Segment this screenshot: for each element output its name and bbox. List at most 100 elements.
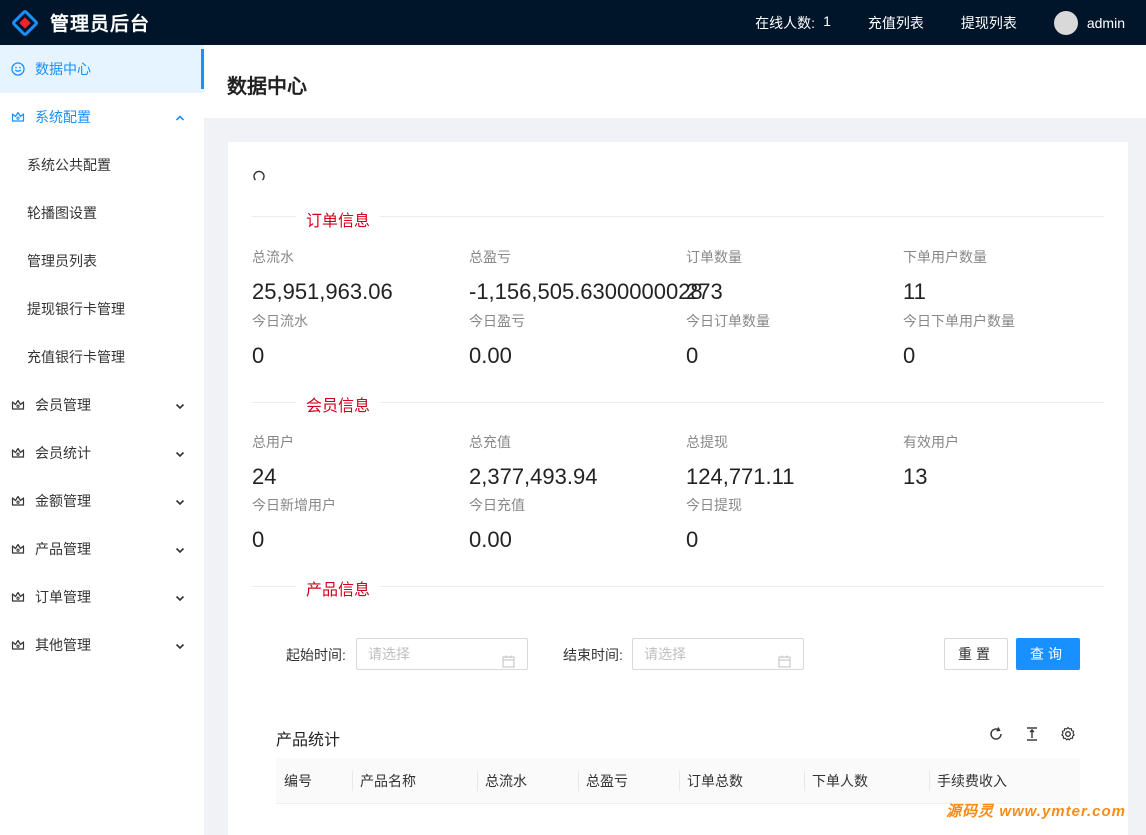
sidebar-item-label: 会员统计 — [35, 445, 91, 461]
chevron-up-icon — [174, 111, 186, 123]
column-header[interactable]: 编号 — [276, 758, 352, 803]
stat-value: -1,156,505.6300000028 — [469, 279, 703, 304]
sidebar-item-orders[interactable]: 订单管理 — [0, 573, 204, 621]
stat-label: 今日新增用户 — [252, 497, 336, 513]
end-time-input[interactable]: 请选择 — [632, 638, 804, 670]
app-title: 管理员后台 — [50, 14, 151, 35]
stat-value: 0.00 — [469, 527, 512, 552]
stat-value: 11 — [903, 279, 926, 304]
crown-icon — [11, 110, 25, 124]
column-header[interactable]: 手续费收入 — [929, 758, 1080, 803]
stat-label: 今日下单用户数量 — [903, 313, 1015, 329]
sidebar-item-label: 数据中心 — [35, 61, 91, 77]
reload-icon[interactable] — [252, 169, 266, 183]
table-header: 编号 产品名称 总流水 总盈亏 订单总数 下单人数 手续费收入 — [276, 758, 1080, 804]
crown-icon — [11, 638, 25, 652]
stat-value: 273 — [686, 279, 723, 304]
sidebar-item-banner[interactable]: 轮播图设置 — [0, 189, 204, 237]
stat-label: 总提现 — [686, 434, 728, 450]
crown-icon — [11, 446, 25, 460]
calendar-icon — [778, 648, 791, 668]
stat-value: 0 — [903, 343, 916, 368]
crown-icon — [11, 494, 25, 508]
stat-label: 今日订单数量 — [686, 313, 770, 329]
crown-icon — [11, 542, 25, 556]
page-header: 数据中心 — [204, 45, 1146, 118]
sidebar-item-label: 订单管理 — [35, 589, 91, 605]
column-header[interactable]: 总盈亏 — [578, 758, 679, 803]
sidebar-item-label: 金额管理 — [35, 493, 91, 509]
settings-icon[interactable] — [1060, 726, 1076, 742]
logo[interactable]: 管理员后台 — [0, 8, 204, 38]
online-users: 在线人数: 1 — [755, 13, 831, 33]
column-height-icon[interactable] — [1024, 726, 1040, 742]
stat-value: 124,771.11 — [686, 464, 795, 489]
sidebar-item-system-config[interactable]: 系统配置 — [0, 93, 204, 141]
stat-value: 24 — [252, 464, 277, 489]
stat-label: 有效用户 — [903, 434, 959, 450]
stat-label: 下单用户数量 — [903, 249, 987, 265]
chevron-down-icon — [174, 495, 186, 507]
sidebar-item-label: 会员管理 — [35, 397, 91, 413]
end-time-placeholder: 请选择 — [644, 646, 686, 662]
stat-value: 0 — [252, 343, 265, 368]
stat-value: 13 — [903, 464, 928, 489]
top-bar: 管理员后台 在线人数: 1 充值列表 提现列表 admin — [0, 0, 1146, 45]
sidebar-item-public-config[interactable]: 系统公共配置 — [0, 141, 204, 189]
calendar-icon — [502, 648, 515, 668]
stat-label: 订单数量 — [686, 249, 742, 265]
stat-label: 总盈亏 — [469, 249, 511, 265]
chevron-down-icon — [174, 447, 186, 459]
online-label: 在线人数: — [755, 14, 816, 31]
avatar — [1053, 10, 1078, 35]
section-title-members: 会员信息 — [296, 392, 381, 416]
sidebar-item-amount[interactable]: 金额管理 — [0, 477, 204, 525]
smile-icon — [11, 62, 25, 76]
chevron-down-icon — [174, 399, 186, 411]
sidebar-item-products[interactable]: 产品管理 — [0, 525, 204, 573]
recharge-list-link[interactable]: 充值列表 — [868, 13, 924, 33]
chevron-down-icon — [174, 639, 186, 651]
sidebar-item-admin-list[interactable]: 管理员列表 — [0, 237, 204, 285]
section-title-products: 产品信息 — [296, 576, 381, 600]
start-time-label: 起始时间: — [286, 647, 346, 663]
reset-button[interactable]: 重置 — [944, 638, 1008, 670]
sidebar-item-label: 产品管理 — [35, 541, 91, 557]
end-time-label: 结束时间: — [563, 647, 623, 663]
sidebar-item-member-stats[interactable]: 会员统计 — [0, 429, 204, 477]
stat-label: 今日盈亏 — [469, 313, 525, 329]
sidebar-item-label: 其他管理 — [35, 637, 91, 653]
dashboard-card: 订单信息 总流水 25,951,963.06 总盈亏 -1,156,505.63… — [228, 142, 1128, 835]
reload-icon[interactable] — [988, 726, 1004, 742]
stat-value: 2,377,493.94 — [469, 464, 598, 489]
watermark: 源码灵 www.ymter.com — [946, 803, 1126, 820]
stat-label: 今日流水 — [252, 313, 308, 329]
query-button[interactable]: 查询 — [1016, 638, 1080, 670]
stat-label: 总充值 — [469, 434, 511, 450]
column-header[interactable]: 下单人数 — [804, 758, 929, 803]
start-time-input[interactable]: 请选择 — [356, 638, 528, 670]
stat-label: 总用户 — [252, 434, 294, 450]
logo-icon — [10, 8, 40, 38]
stat-label: 今日提现 — [686, 497, 742, 513]
column-header[interactable]: 总流水 — [477, 758, 578, 803]
header-actions: 在线人数: 1 充值列表 提现列表 admin — [755, 0, 1146, 45]
sidebar-item-members[interactable]: 会员管理 — [0, 381, 204, 429]
crown-icon — [11, 398, 25, 412]
sidebar-item-other[interactable]: 其他管理 — [0, 621, 204, 669]
table-title: 产品统计 — [276, 732, 341, 749]
sidebar-item-data-center[interactable]: 数据中心 — [0, 45, 204, 93]
column-header[interactable]: 产品名称 — [352, 758, 477, 803]
online-count: 1 — [823, 12, 831, 29]
page-title: 数据中心 — [227, 76, 307, 98]
user-menu[interactable]: admin — [1053, 10, 1125, 35]
sidebar-item-label: 系统配置 — [35, 109, 91, 125]
withdraw-list-link[interactable]: 提现列表 — [961, 13, 1017, 33]
stat-value: 25,951,963.06 — [252, 279, 393, 304]
username: admin — [1086, 14, 1125, 31]
sidebar-item-withdraw-cards[interactable]: 提现银行卡管理 — [0, 285, 204, 333]
sidebar-item-recharge-cards[interactable]: 充值银行卡管理 — [0, 333, 204, 381]
column-header[interactable]: 订单总数 — [679, 758, 804, 803]
chevron-down-icon — [174, 543, 186, 555]
section-title-orders: 订单信息 — [296, 207, 381, 231]
